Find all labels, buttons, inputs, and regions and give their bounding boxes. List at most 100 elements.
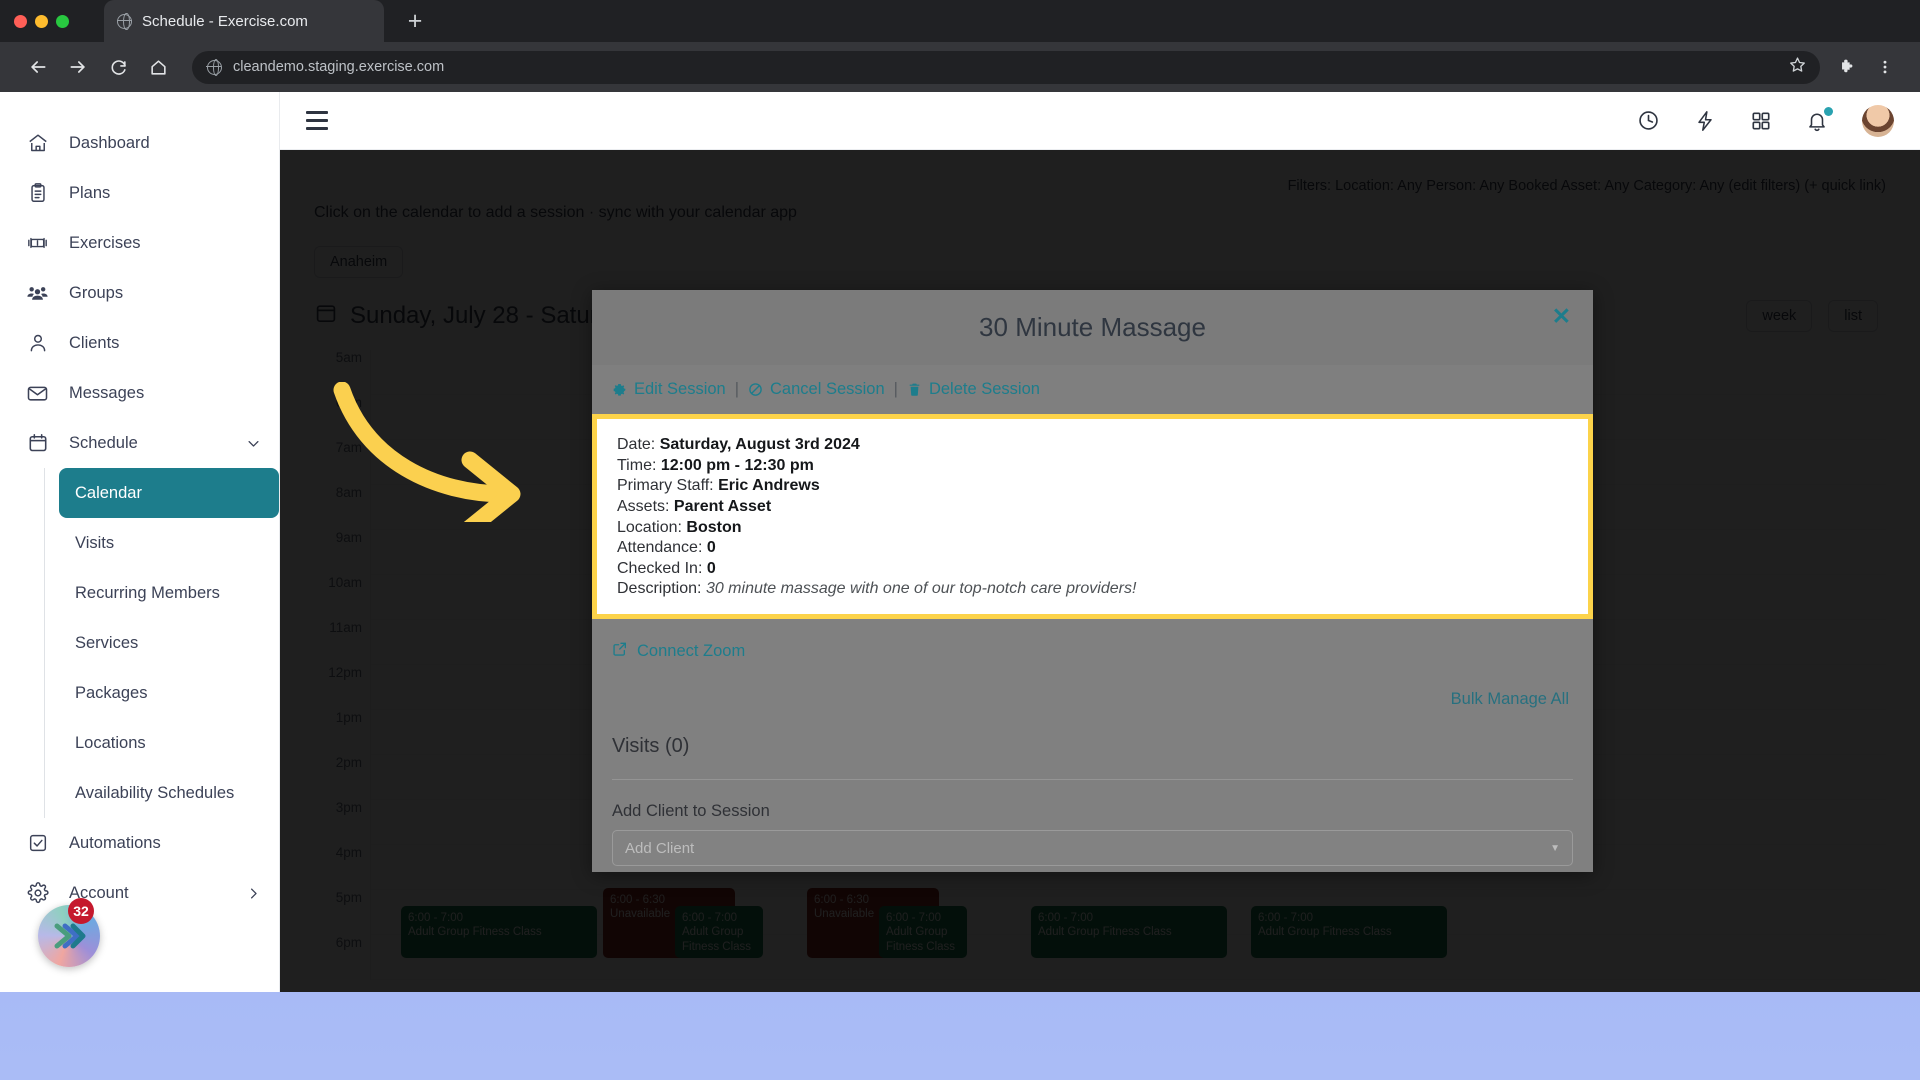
person-icon xyxy=(26,332,49,355)
bulk-manage-row: Bulk Manage All xyxy=(592,662,1593,709)
ban-icon xyxy=(748,382,763,397)
detail-value: Parent Asset xyxy=(673,497,772,515)
sidebar-item-schedule[interactable]: Schedule xyxy=(0,418,279,468)
home-icon xyxy=(26,132,49,155)
browser-toolbar: cleandemo.staging.exercise.com xyxy=(0,42,1920,92)
notification-indicator xyxy=(1824,106,1833,116)
sidebar-item-packages[interactable]: Packages xyxy=(59,668,279,718)
forward-arrow-icon[interactable] xyxy=(58,47,98,87)
hamburger-icon[interactable] xyxy=(306,111,328,130)
sidebar-item-label: Messages xyxy=(69,383,145,402)
action-separator: | xyxy=(734,380,740,398)
add-client-select[interactable]: Add Client ▼ xyxy=(612,830,1573,866)
web-page-viewport: Dashboard Plans Exercises Groups Clients… xyxy=(0,92,1920,992)
grid-apps-icon[interactable] xyxy=(1750,110,1772,132)
detail-location: Location: Boston xyxy=(617,518,1568,539)
envelope-icon xyxy=(26,382,49,405)
detail-value: Saturday, August 3rd 2024 xyxy=(659,436,860,453)
trash-icon xyxy=(907,382,922,397)
close-window-button[interactable] xyxy=(14,14,27,28)
sidebar-item-dashboard[interactable]: Dashboard xyxy=(0,118,279,168)
chevron-down-icon[interactable] xyxy=(246,436,261,451)
gear-icon xyxy=(26,882,49,905)
chevron-down-icon[interactable]: ▼ xyxy=(1550,843,1560,854)
detail-value: 12:00 pm - 12:30 pm xyxy=(660,456,814,474)
puzzle-icon[interactable] xyxy=(1830,47,1864,87)
sidebar-item-recurring-members[interactable]: Recurring Members xyxy=(59,568,279,618)
sidebar-item-locations[interactable]: Locations xyxy=(59,718,279,768)
sidebar-item-groups[interactable]: Groups xyxy=(0,268,279,318)
schedule-subnav: Calendar Visits Recurring Members Servic… xyxy=(44,468,279,818)
sidebar-item-label: Account xyxy=(69,883,129,902)
modal-title: 30 Minute Massage xyxy=(979,312,1206,342)
detail-label: Date: xyxy=(617,436,656,453)
detail-value: 0 xyxy=(706,559,716,577)
connect-zoom-row: Connect Zoom xyxy=(592,619,1593,662)
clock-icon[interactable] xyxy=(1637,109,1660,132)
delete-session-button[interactable]: Delete Session xyxy=(907,380,1040,399)
reload-icon[interactable] xyxy=(98,47,138,87)
modal-action-bar: Edit Session | Cancel Session | Delete S… xyxy=(592,365,1593,414)
kebab-menu-icon[interactable] xyxy=(1868,47,1902,87)
new-tab-button[interactable]: + xyxy=(400,6,430,36)
sidebar-subitem-label: Services xyxy=(75,633,139,652)
detail-label: Attendance: xyxy=(617,539,703,557)
calendar-icon xyxy=(26,432,49,455)
add-client-placeholder: Add Client xyxy=(625,839,695,857)
window-traffic-lights xyxy=(14,8,69,34)
sidebar-subitem-label: Packages xyxy=(75,683,148,702)
external-link-icon xyxy=(612,641,628,662)
site-globe-icon xyxy=(206,59,222,77)
cancel-session-button[interactable]: Cancel Session xyxy=(748,380,885,399)
sidebar-item-messages[interactable]: Messages xyxy=(0,368,279,418)
checkbox-icon xyxy=(26,832,49,855)
address-bar[interactable]: cleandemo.staging.exercise.com xyxy=(192,50,1820,84)
bell-icon[interactable] xyxy=(1806,106,1833,132)
detail-value: 30 minute massage with one of our top-no… xyxy=(705,580,1137,598)
session-details-modal: 30 Minute Massage ✕ Edit Session | Cance… xyxy=(592,290,1593,872)
sidebar-subitem-label: Calendar xyxy=(75,483,142,502)
sidebar-item-label: Clients xyxy=(69,333,120,352)
home-icon[interactable] xyxy=(138,47,178,87)
maximize-window-button[interactable] xyxy=(56,14,69,28)
sidebar-item-visits[interactable]: Visits xyxy=(59,518,279,568)
sidebar-item-label: Dashboard xyxy=(69,133,150,152)
browser-tab[interactable]: Schedule - Exercise.com xyxy=(104,0,384,42)
sidebar-item-label: Plans xyxy=(69,183,111,202)
delete-session-label: Delete Session xyxy=(928,380,1040,398)
globe-icon xyxy=(116,13,133,31)
back-arrow-icon[interactable] xyxy=(18,47,58,87)
sidebar-item-account[interactable]: Account xyxy=(0,868,279,918)
detail-label: Location: xyxy=(617,518,682,536)
detail-description: Description: 30 minute massage with one … xyxy=(617,579,1568,600)
sidebar-item-availability-schedules[interactable]: Availability Schedules xyxy=(59,768,279,818)
sidebar-item-calendar[interactable]: Calendar xyxy=(59,468,279,518)
sidebar-item-plans[interactable]: Plans xyxy=(0,168,279,218)
chevron-right-icon[interactable] xyxy=(246,886,261,901)
lightning-icon[interactable] xyxy=(1694,110,1716,132)
edit-session-button[interactable]: Edit Session xyxy=(612,380,726,399)
gear-icon xyxy=(612,382,627,397)
detail-label: Primary Staff: xyxy=(617,477,714,495)
sidebar-item-exercises[interactable]: Exercises xyxy=(0,218,279,268)
sidebar-item-label: Automations xyxy=(69,833,161,852)
minimize-window-button[interactable] xyxy=(35,14,48,28)
connect-zoom-link[interactable]: Connect Zoom xyxy=(612,641,745,662)
close-icon[interactable]: ✕ xyxy=(1552,305,1571,328)
bulk-manage-all-link[interactable]: Bulk Manage All xyxy=(1451,690,1569,708)
sidebar-item-clients[interactable]: Clients xyxy=(0,318,279,368)
sidebar-subitem-label: Availability Schedules xyxy=(75,783,235,802)
star-icon[interactable] xyxy=(1789,56,1806,78)
add-client-label: Add Client to Session xyxy=(612,802,770,820)
visits-title: Visits (0) xyxy=(612,735,690,757)
avatar[interactable] xyxy=(1862,104,1894,137)
sidebar-item-label: Schedule xyxy=(69,433,138,452)
detail-checked-in: Checked In: 0 xyxy=(617,559,1568,580)
sidebar-item-label: Exercises xyxy=(69,233,141,252)
clipboard-icon xyxy=(26,182,49,205)
dumbbell-icon xyxy=(26,232,49,255)
address-bar-url: cleandemo.staging.exercise.com xyxy=(233,59,445,75)
sidebar-item-services[interactable]: Services xyxy=(59,618,279,668)
detail-date: Date: Saturday, August 3rd 2024 xyxy=(617,435,1568,456)
sidebar-item-automations[interactable]: Automations xyxy=(0,818,279,868)
